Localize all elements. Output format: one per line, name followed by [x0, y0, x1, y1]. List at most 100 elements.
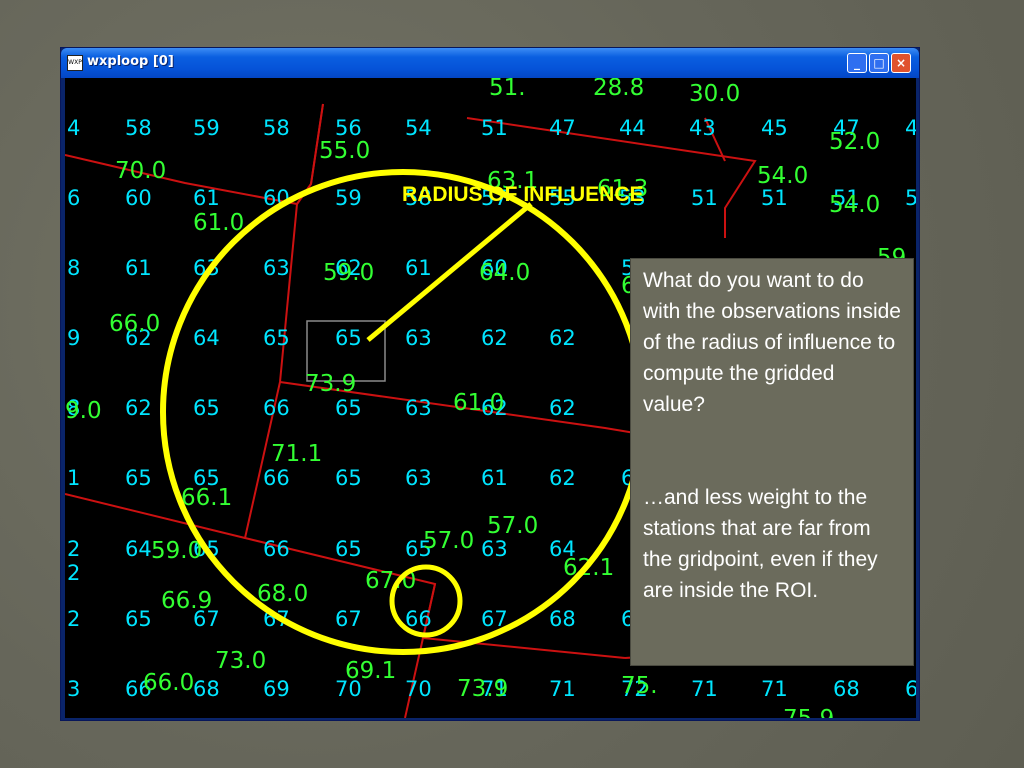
gridded-value: 73.0	[215, 648, 266, 674]
station-observation: 44	[619, 116, 646, 140]
station-observation: 65	[193, 396, 220, 420]
title-bar[interactable]: WXP wxploop [0] _ □ ×	[61, 48, 919, 78]
station-observation: 66	[263, 396, 290, 420]
station-observation: 51	[691, 186, 718, 210]
station-observation: 61	[193, 186, 220, 210]
gridded-value: 75.9	[783, 706, 834, 718]
station-observation: 59	[193, 116, 220, 140]
station-observation: 65	[263, 326, 290, 350]
station-observation: 68	[833, 677, 860, 701]
station-observation: 2	[67, 561, 80, 585]
station-observation: 6	[67, 186, 80, 210]
station-observation: 3	[67, 677, 80, 701]
gridded-value: 71.1	[271, 441, 322, 467]
explanation-question: What do you want to do with the observat…	[643, 269, 901, 416]
station-observation: 62	[549, 396, 576, 420]
station-observation: 71	[549, 677, 576, 701]
station-observation: 51	[481, 116, 508, 140]
station-observation: 45	[761, 116, 788, 140]
minimize-button[interactable]: _	[847, 53, 867, 73]
gridded-value: 66.1	[181, 485, 232, 511]
station-observation: 9	[67, 326, 80, 350]
gridded-value: 54.0	[757, 163, 808, 189]
station-observation: 65	[335, 466, 362, 490]
gridded-value: 66.0	[143, 670, 194, 696]
explanation-box: What do you want to do with the observat…	[630, 258, 914, 666]
gridded-value: 51.	[489, 78, 526, 101]
station-observation: 68	[193, 677, 220, 701]
close-button[interactable]: ×	[891, 53, 911, 73]
station-observation: 71	[691, 677, 718, 701]
station-observation: 2	[67, 537, 80, 561]
station-observation: 62	[125, 396, 152, 420]
gridded-value: 66.0	[109, 311, 160, 337]
station-observation: 71	[761, 677, 788, 701]
station-observation: 61	[405, 256, 432, 280]
station-observation: 58	[263, 116, 290, 140]
station-observation: 59	[335, 186, 362, 210]
station-observation: 62	[549, 466, 576, 490]
station-observation: 63	[405, 396, 432, 420]
gridded-value: 55.0	[319, 138, 370, 164]
station-observation: 63	[405, 466, 432, 490]
station-observation: 4	[67, 116, 80, 140]
gridded-value: 66.9	[161, 588, 212, 614]
station-observation: 1	[67, 466, 80, 490]
station-observation: 54	[405, 116, 432, 140]
station-observation: 64	[193, 326, 220, 350]
gridded-value: 59.0	[151, 538, 202, 564]
station-observation: 58	[125, 116, 152, 140]
station-observation: 67	[335, 607, 362, 631]
station-observation: 51	[761, 186, 788, 210]
station-observation: 47	[549, 116, 576, 140]
gridded-value: 70.0	[115, 158, 166, 184]
station-observation: 6	[905, 677, 916, 701]
station-observation: 8	[67, 256, 80, 280]
station-observation: 61	[125, 256, 152, 280]
station-observation: 68	[549, 607, 576, 631]
radius-of-influence-label: RADIUS OF INFLUENCE	[402, 183, 644, 206]
gridded-value: 73.9	[457, 676, 508, 702]
gridded-value: 68.0	[257, 581, 308, 607]
station-observation: 43	[689, 116, 716, 140]
station-observation: 4	[905, 116, 916, 140]
station-observation: 66	[263, 537, 290, 561]
station-observation: 62	[481, 326, 508, 350]
gridded-value: 54.0	[829, 192, 880, 218]
station-observation: 61	[481, 466, 508, 490]
station-observation: 65	[125, 607, 152, 631]
station-observation: 56	[335, 116, 362, 140]
station-observation: 2	[67, 607, 80, 631]
station-observation: 65	[335, 537, 362, 561]
station-observation: 66	[405, 607, 432, 631]
station-observation: 60	[125, 186, 152, 210]
station-observation: 65	[335, 396, 362, 420]
gridded-value: 57.0	[487, 513, 538, 539]
gridded-value: 28.8	[593, 78, 644, 101]
gridded-value: 64.0	[479, 260, 530, 286]
station-observation: 65	[335, 326, 362, 350]
station-observation: 64	[125, 537, 152, 561]
station-observation: 70	[405, 677, 432, 701]
gridded-value: 59.0	[323, 260, 374, 286]
gridded-value: 61.0	[453, 390, 504, 416]
station-observation: 63	[263, 256, 290, 280]
explanation-answer: …and less weight to the stations that ar…	[643, 486, 878, 602]
gridded-value: 61.0	[193, 210, 244, 236]
station-observation: 5	[905, 186, 916, 210]
gridded-value: 73.9	[305, 371, 356, 397]
station-observation: 63	[405, 326, 432, 350]
gridded-value: 52.0	[829, 129, 880, 155]
gridded-value: 69.1	[345, 658, 396, 684]
app-icon[interactable]: WXP	[67, 55, 83, 71]
gridded-value: 9.0	[65, 398, 102, 424]
maximize-button[interactable]: □	[869, 53, 889, 73]
station-observation: 66	[263, 466, 290, 490]
station-observation: 65	[125, 466, 152, 490]
station-observation: 63	[481, 537, 508, 561]
gridded-value: 30.0	[689, 81, 740, 107]
station-observation: 62	[549, 326, 576, 350]
gridded-value: 57.0	[423, 528, 474, 554]
gridded-value: 75.	[621, 673, 658, 699]
station-observation: 69	[263, 677, 290, 701]
